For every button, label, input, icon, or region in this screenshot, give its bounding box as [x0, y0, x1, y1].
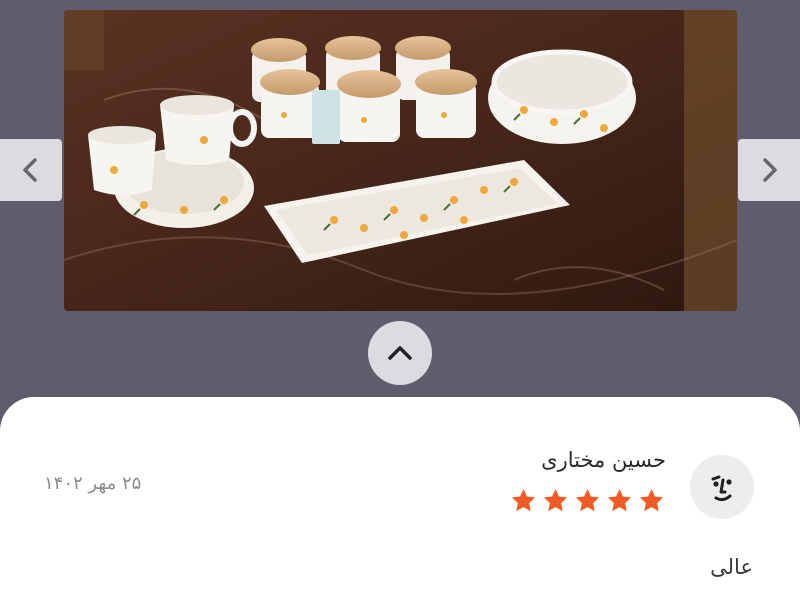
chevron-up-icon — [388, 346, 412, 360]
star-icon — [511, 488, 536, 511]
star-icon — [639, 488, 664, 511]
star-icon — [543, 488, 568, 511]
collapse-review-button[interactable] — [368, 321, 432, 385]
reviewer-name: حسین مختاری — [541, 448, 666, 472]
prev-image-button[interactable] — [0, 139, 62, 201]
review-card — [0, 397, 800, 600]
review-text: عالی — [710, 555, 753, 579]
star-icon — [607, 488, 632, 511]
chevron-right-icon — [763, 158, 777, 182]
face-avatar-icon — [690, 455, 754, 519]
chevron-left-icon — [23, 158, 37, 182]
next-image-button[interactable] — [738, 139, 800, 201]
review-date: ۲۵ مهر ۱۴۰۲ — [44, 473, 142, 494]
star-icon — [575, 488, 600, 511]
product-photo — [64, 10, 737, 311]
rating-stars — [510, 485, 665, 515]
